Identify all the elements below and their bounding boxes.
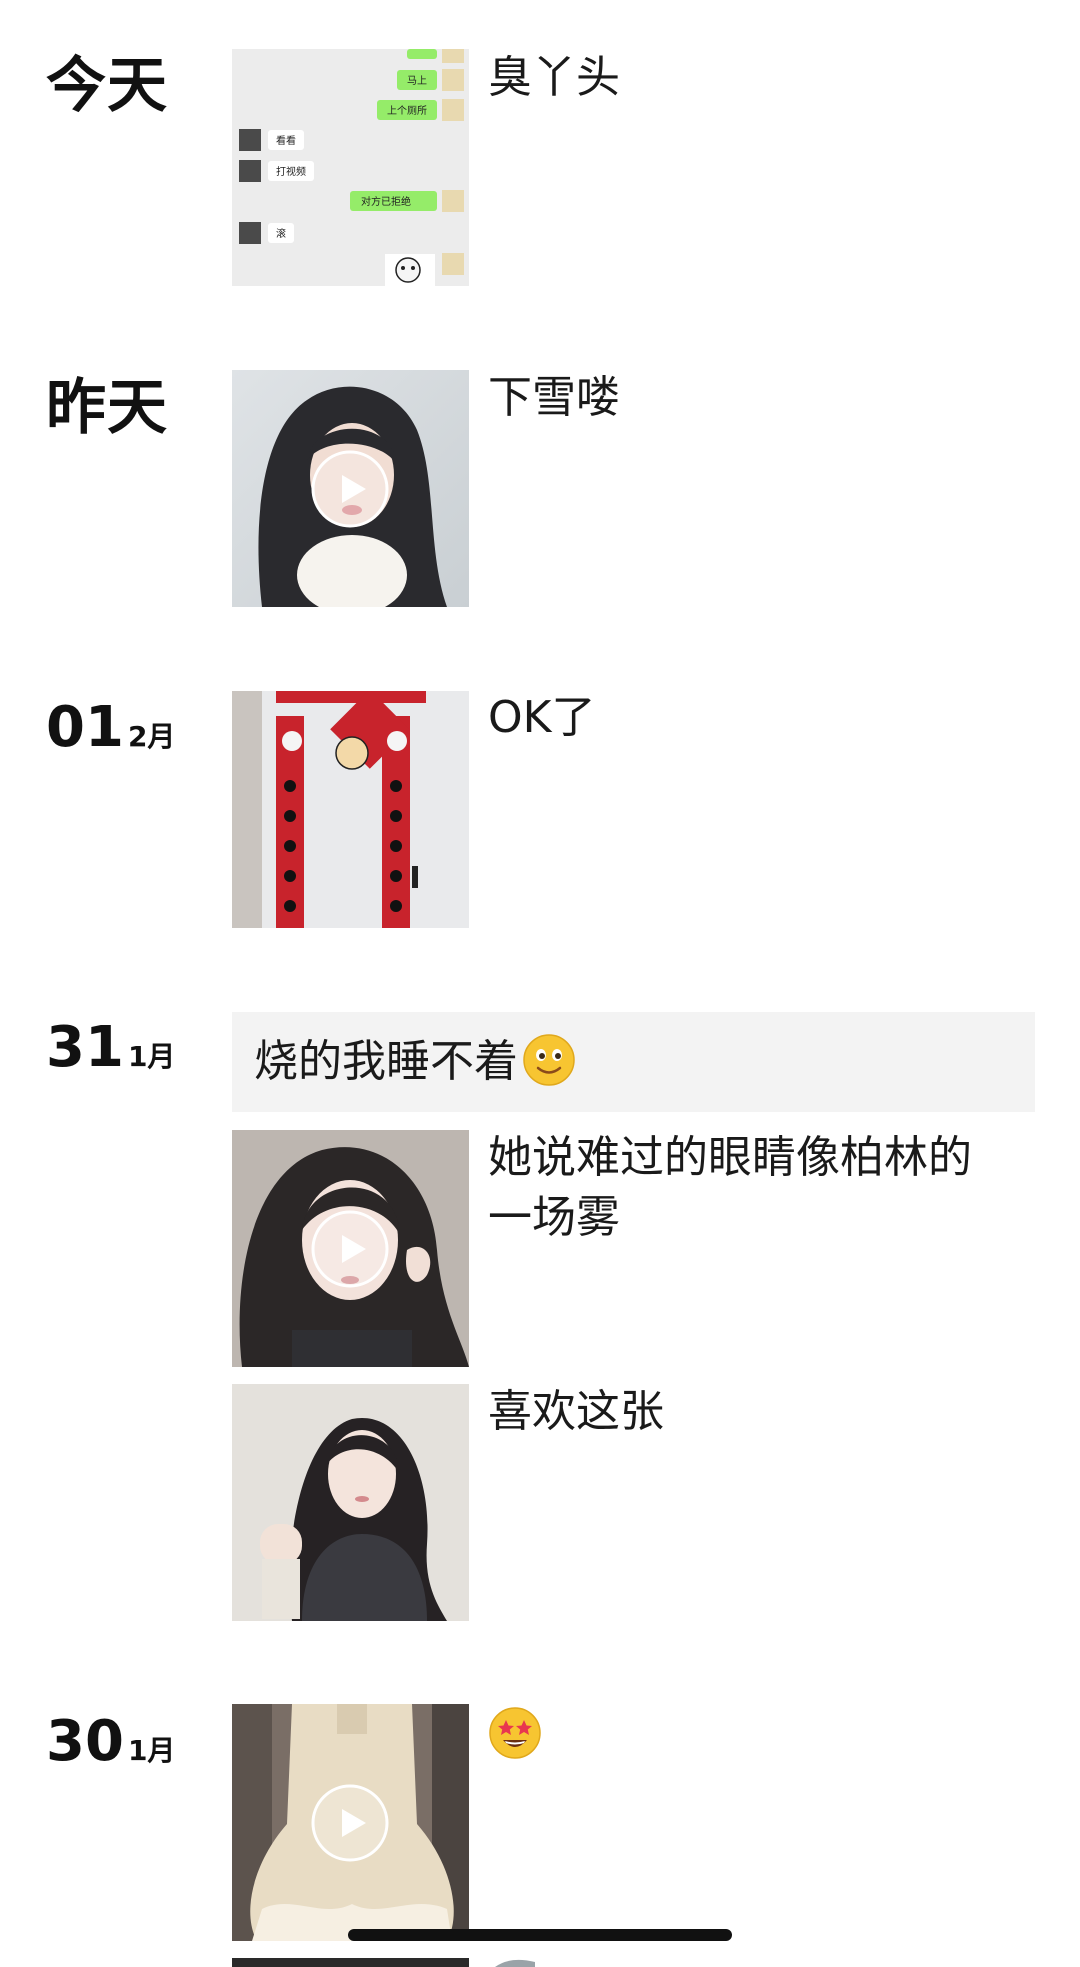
date-month: 2月 — [127, 720, 176, 753]
play-icon — [311, 1210, 389, 1288]
smiling-face-emoji-icon — [523, 1034, 575, 1086]
text-post-content: 烧的我睡不着 — [254, 1036, 518, 1087]
post-caption: 臭丫头 — [488, 52, 620, 103]
chat-bubble-text: 看看 — [276, 134, 296, 147]
post-thumbnail-video[interactable] — [232, 1704, 469, 1941]
chat-bubble-text: 滚 — [276, 227, 286, 240]
post-thumbnail-video[interactable] — [232, 370, 469, 607]
play-icon — [311, 1784, 389, 1862]
date-month: 1月 — [127, 1040, 176, 1073]
date-day: 31 — [46, 1015, 124, 1080]
date-day: 01 — [46, 695, 124, 760]
text-only-post[interactable]: 烧的我睡不着 — [232, 1012, 1035, 1112]
date-day: 30 — [46, 1709, 124, 1774]
star-struck-emoji-icon — [489, 1707, 541, 1759]
moments-album: 今天 马上 上个厕所 对方已拒绝 看看 打视频 滚 臭丫头 昨天 下雪喽 01 … — [0, 0, 1080, 1967]
chat-bubble-text: 上个厕所 — [387, 105, 427, 117]
date-label: 01 2月 — [46, 700, 175, 756]
date-label: 31 1月 — [46, 1020, 175, 1076]
chat-bubble-text: 打视频 — [276, 165, 306, 178]
post-caption: OK了 — [488, 692, 596, 743]
home-indicator[interactable] — [348, 1929, 732, 1941]
date-month: 1月 — [127, 1734, 176, 1767]
post-thumbnail-video[interactable] — [232, 1130, 469, 1367]
post-thumbnail-photo[interactable] — [232, 691, 469, 928]
post-caption: 她说难过的眼睛像柏林的一场雾 — [488, 1132, 972, 1243]
partial-emoji-icon — [495, 1959, 535, 1967]
chat-bubble-text: 马上 — [407, 75, 427, 87]
play-icon — [311, 450, 389, 528]
post-caption: 下雪喽 — [488, 372, 620, 423]
date-today: 今天 — [46, 51, 168, 121]
post-thumbnail-photo[interactable] — [232, 1384, 469, 1621]
post-thumbnail-partial[interactable] — [232, 1958, 469, 1967]
chat-bubble-text: 对方已拒绝 — [361, 195, 411, 208]
date-label: 30 1月 — [46, 1714, 175, 1770]
post-thumbnail-chat-screenshot[interactable]: 马上 上个厕所 对方已拒绝 看看 打视频 滚 — [232, 49, 469, 286]
post-caption: 喜欢这张 — [488, 1386, 664, 1437]
date-yesterday: 昨天 — [46, 373, 168, 443]
